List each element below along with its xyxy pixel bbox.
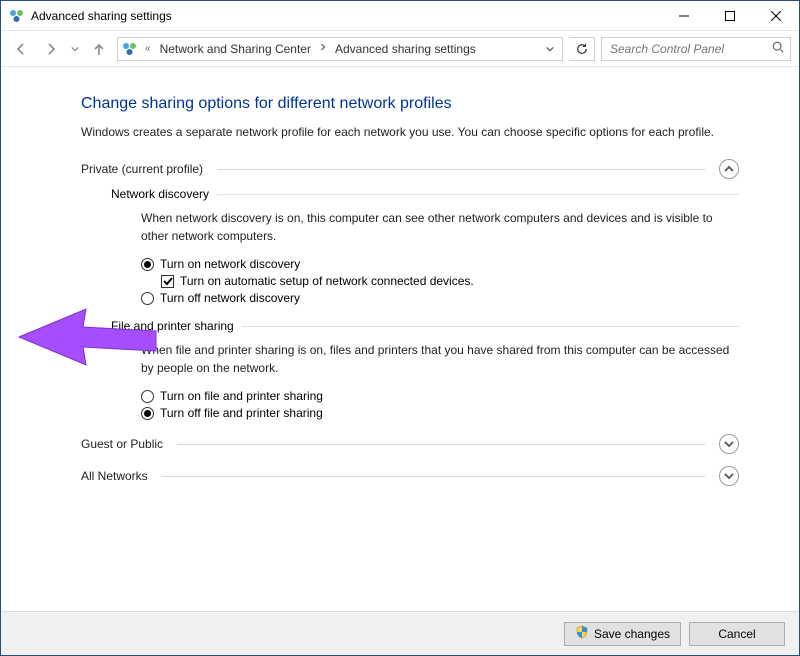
nav-row: « Network and Sharing Center Advanced sh… [1,31,799,67]
footer-bar: Save changes Cancel [1,611,799,655]
window-frame: Advanced sharing settings [0,0,800,656]
checkbox-label: Turn on automatic setup of network conne… [180,274,474,288]
radio-turn-off-network-discovery[interactable]: Turn off network discovery [141,291,739,305]
divider [177,444,705,445]
radio-turn-off-file-printer[interactable]: Turn off file and printer sharing [141,406,739,420]
breadcrumb-item-advanced-sharing[interactable]: Advanced sharing settings [333,42,478,56]
up-button[interactable] [87,37,111,61]
section-header-all[interactable]: All Networks [81,466,739,486]
section-private: Private (current profile) Network discov… [81,159,739,420]
subsection-file-printer-sharing: File and printer sharing When file and p… [111,319,739,420]
shield-icon [575,625,589,642]
sub-desc: When file and printer sharing is on, fil… [141,341,739,377]
divider [217,194,739,195]
button-label: Cancel [718,627,755,641]
section-label: Guest or Public [81,437,163,451]
radio-label: Turn on file and printer sharing [160,389,323,403]
divider [162,476,705,477]
section-header-private[interactable]: Private (current profile) [81,159,739,179]
network-discovery-options: Turn on network discovery Turn on automa… [141,257,739,305]
search-icon [772,41,784,56]
divider [217,169,705,170]
chevron-up-icon[interactable] [719,159,739,179]
radio-turn-on-file-printer[interactable]: Turn on file and printer sharing [141,389,739,403]
section-header-guest[interactable]: Guest or Public [81,434,739,454]
close-button[interactable] [753,1,799,31]
subsection-network-discovery: Network discovery When network discovery… [111,187,739,305]
sub-header: File and printer sharing [111,319,739,333]
section-label: All Networks [81,469,148,483]
breadcrumb-item-network-sharing-center[interactable]: Network and Sharing Center [158,42,313,56]
button-label: Save changes [594,627,670,641]
breadcrumb-root-sep[interactable]: « [142,43,154,54]
titlebar: Advanced sharing settings [1,1,799,31]
radio-icon [141,292,154,305]
radio-icon [141,407,154,420]
sub-label: Network discovery [111,187,209,201]
radio-icon [141,390,154,403]
sub-desc: When network discovery is on, this compu… [141,209,739,245]
minimize-button[interactable] [661,1,707,31]
back-button[interactable] [9,37,33,61]
chevron-down-icon[interactable] [719,466,739,486]
cancel-button[interactable]: Cancel [689,622,785,646]
page-title: Change sharing options for different net… [81,95,739,113]
chevron-down-icon[interactable] [719,434,739,454]
radio-label: Turn off file and printer sharing [160,406,323,420]
address-dropdown[interactable] [542,42,558,56]
radio-label: Turn on network discovery [160,257,300,271]
content-area: Change sharing options for different net… [1,67,799,611]
save-changes-button[interactable]: Save changes [564,622,681,646]
checkbox-icon [161,275,174,288]
checkbox-auto-setup[interactable]: Turn on automatic setup of network conne… [161,274,739,288]
maximize-button[interactable] [707,1,753,31]
search-input[interactable] [608,41,772,57]
forward-button[interactable] [39,37,63,61]
network-sharing-icon [9,8,25,24]
sub-header: Network discovery [111,187,739,201]
sub-label: File and printer sharing [111,319,234,333]
refresh-button[interactable] [569,37,595,61]
window-title: Advanced sharing settings [31,9,172,23]
radio-icon [141,258,154,271]
radio-label: Turn off network discovery [160,291,300,305]
breadcrumb[interactable]: « Network and Sharing Center Advanced sh… [117,37,563,61]
section-guest-public: Guest or Public [81,434,739,454]
window-controls [661,1,799,31]
network-sharing-icon [122,41,138,57]
page-intro: Windows creates a separate network profi… [81,123,739,141]
section-all-networks: All Networks [81,466,739,486]
divider [242,326,739,327]
section-label: Private (current profile) [81,162,203,176]
chevron-right-icon [317,43,329,54]
radio-turn-on-network-discovery[interactable]: Turn on network discovery [141,257,739,271]
recent-dropdown[interactable] [69,37,81,61]
search-box[interactable] [601,37,791,61]
file-printer-options: Turn on file and printer sharing Turn of… [141,389,739,420]
